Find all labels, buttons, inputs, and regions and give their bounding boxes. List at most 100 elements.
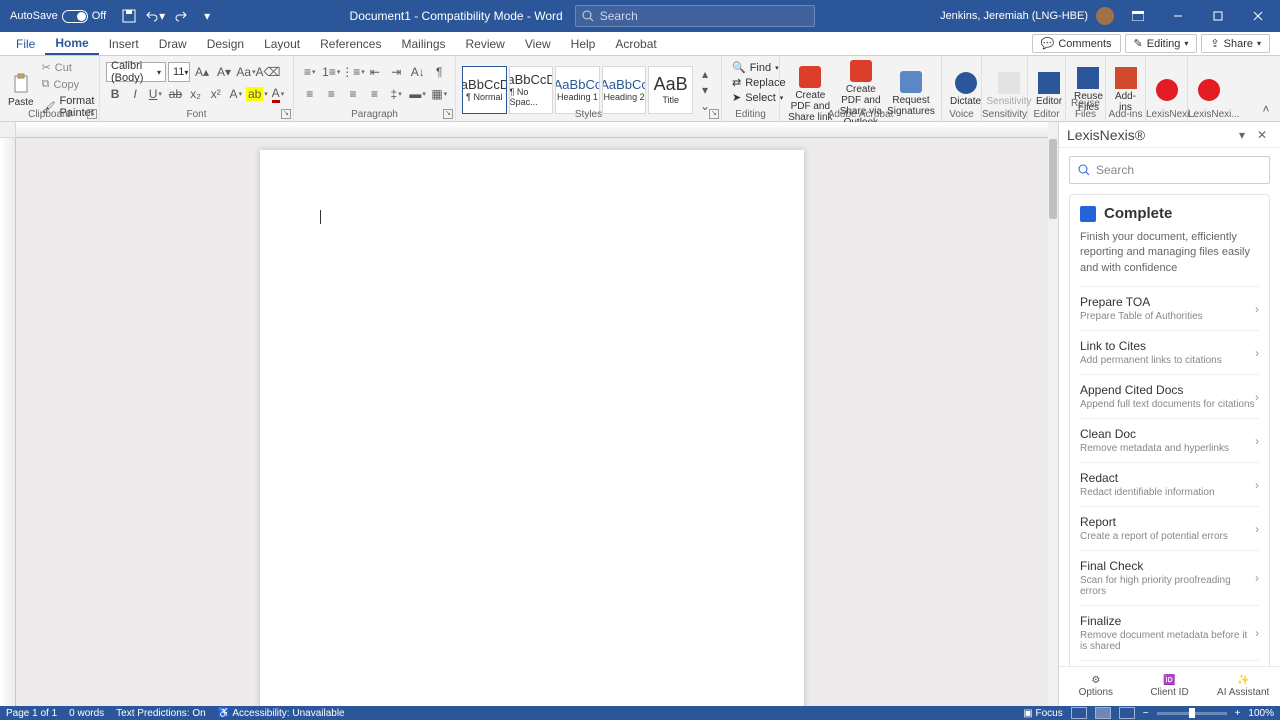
tab-mailings[interactable]: Mailings xyxy=(391,34,455,54)
tab-draw[interactable]: Draw xyxy=(149,34,197,54)
tab-layout[interactable]: Layout xyxy=(254,34,310,54)
font-dialog-launcher[interactable]: ↘ xyxy=(281,109,291,119)
close-icon[interactable] xyxy=(1242,5,1274,27)
zoom-knob[interactable] xyxy=(1189,708,1195,718)
clear-format-icon[interactable]: A⌫ xyxy=(258,62,278,82)
underline-icon[interactable]: U xyxy=(146,84,164,104)
zoom-out-icon[interactable]: − xyxy=(1143,708,1149,719)
taskpane-dropdown-icon[interactable]: ▾ xyxy=(1232,125,1252,145)
taskpane-search[interactable]: Search xyxy=(1069,156,1270,184)
read-mode-icon[interactable] xyxy=(1071,707,1087,719)
styles-scroll-down-icon[interactable]: ▾ xyxy=(695,82,715,98)
taskpane-item-append-cited-docs[interactable]: Append Cited DocsAppend full text docume… xyxy=(1080,374,1259,418)
taskpane-item-redact[interactable]: RedactRedact identifiable information› xyxy=(1080,462,1259,506)
replace-button[interactable]: ⇄Replace xyxy=(732,75,769,90)
page[interactable] xyxy=(260,150,804,706)
grow-font-icon[interactable]: A▴ xyxy=(192,62,212,82)
taskpane-item-clean-doc[interactable]: Clean DocRemove metadata and hyperlinks› xyxy=(1080,418,1259,462)
web-layout-icon[interactable] xyxy=(1119,707,1135,719)
font-color-icon[interactable]: A xyxy=(269,84,287,104)
subscript-icon[interactable]: x₂ xyxy=(187,84,205,104)
align-right-icon[interactable]: ≡ xyxy=(343,84,363,104)
share-button[interactable]: ⇪Share▾ xyxy=(1201,34,1270,53)
horizontal-ruler[interactable] xyxy=(16,122,1048,138)
editing-mode-button[interactable]: ✎Editing▾ xyxy=(1125,34,1198,53)
text-effects-icon[interactable]: A xyxy=(227,84,245,104)
focus-mode[interactable]: ▣ Focus xyxy=(1023,708,1062,719)
zoom-in-icon[interactable]: + xyxy=(1235,708,1241,719)
increase-indent-icon[interactable]: ⇥ xyxy=(387,62,407,82)
taskpane-item-prepare-toa[interactable]: Prepare TOAPrepare Table of Authorities› xyxy=(1080,286,1259,330)
bold-icon[interactable]: B xyxy=(106,84,124,104)
style-title[interactable]: AaBTitle xyxy=(648,66,693,114)
vertical-scrollbar[interactable] xyxy=(1048,138,1058,706)
align-center-icon[interactable]: ≡ xyxy=(322,84,342,104)
style-heading1[interactable]: AaBbCcHeading 1 xyxy=(555,66,600,114)
show-marks-icon[interactable]: ¶ xyxy=(430,62,450,82)
styles-dialog-launcher[interactable]: ↘ xyxy=(709,109,719,119)
styles-scroll-up-icon[interactable]: ▴ xyxy=(695,66,715,82)
style-normal[interactable]: AaBbCcDd¶ Normal xyxy=(462,66,507,114)
save-icon[interactable] xyxy=(118,5,140,27)
select-button[interactable]: ➤Select▾ xyxy=(732,90,769,105)
zoom-level[interactable]: 100% xyxy=(1248,708,1274,719)
footer-client-id-button[interactable]: 🆔Client ID xyxy=(1133,667,1207,706)
font-size-combo[interactable]: 11▾ xyxy=(168,62,190,82)
find-button[interactable]: 🔍Find▾ xyxy=(732,60,769,75)
tab-references[interactable]: References xyxy=(310,34,391,54)
footer-ai-assistant-button[interactable]: ✨AI Assistant xyxy=(1206,667,1280,706)
style-heading2[interactable]: AaBbCcHeading 2 xyxy=(602,66,647,114)
decrease-indent-icon[interactable]: ⇤ xyxy=(365,62,385,82)
tab-design[interactable]: Design xyxy=(197,34,254,54)
italic-icon[interactable]: I xyxy=(126,84,144,104)
justify-icon[interactable]: ≡ xyxy=(365,84,385,104)
zoom-slider[interactable] xyxy=(1157,712,1227,715)
taskpane-item-finalize[interactable]: FinalizeRemove document metadata before … xyxy=(1080,605,1259,660)
minimize-icon[interactable] xyxy=(1162,5,1194,27)
print-layout-icon[interactable] xyxy=(1095,707,1111,719)
autosave-toggle[interactable]: AutoSave Off xyxy=(4,10,112,23)
paragraph-dialog-launcher[interactable]: ↘ xyxy=(443,109,453,119)
shrink-font-icon[interactable]: A▾ xyxy=(214,62,234,82)
footer-options-button[interactable]: ⚙Options xyxy=(1059,667,1133,706)
taskpane-close-icon[interactable]: ✕ xyxy=(1252,125,1272,145)
accessibility-status[interactable]: ♿ Accessibility: Unavailable xyxy=(218,708,345,719)
ribbon-display-icon[interactable] xyxy=(1122,5,1154,27)
change-case-icon[interactable]: Aa xyxy=(236,62,256,82)
taskpane-item-report[interactable]: ReportCreate a report of potential error… xyxy=(1080,506,1259,550)
vertical-ruler[interactable] xyxy=(0,138,16,706)
comments-button[interactable]: 💬Comments xyxy=(1032,34,1121,53)
undo-icon[interactable]: ▾ xyxy=(144,5,166,27)
taskpane-item-link-to-cites[interactable]: Link to CitesAdd permanent links to cita… xyxy=(1080,330,1259,374)
line-spacing-icon[interactable]: ‡ xyxy=(386,84,406,104)
tab-home[interactable]: Home xyxy=(45,33,98,55)
word-count[interactable]: 0 words xyxy=(69,708,104,719)
sort-icon[interactable]: A↓ xyxy=(408,62,428,82)
superscript-icon[interactable]: x² xyxy=(207,84,225,104)
shading-icon[interactable]: ▬ xyxy=(408,84,428,104)
maximize-icon[interactable] xyxy=(1202,5,1234,27)
tab-review[interactable]: Review xyxy=(456,34,515,54)
redo-icon[interactable] xyxy=(170,5,192,27)
tab-view[interactable]: View xyxy=(515,34,561,54)
tab-file[interactable]: File xyxy=(6,34,45,54)
scrollbar-thumb[interactable] xyxy=(1049,139,1057,219)
clipboard-dialog-launcher[interactable]: ↘ xyxy=(87,109,97,119)
collapse-ribbon-icon[interactable]: ˄ xyxy=(1256,99,1276,119)
taskpane-item-final-check[interactable]: Final CheckScan for high priority proofr… xyxy=(1080,550,1259,605)
style-no-spacing[interactable]: AaBbCcDd¶ No Spac... xyxy=(509,66,554,114)
multilevel-icon[interactable]: ⋮≡ xyxy=(343,62,363,82)
borders-icon[interactable]: ▦ xyxy=(429,84,449,104)
tab-acrobat[interactable]: Acrobat xyxy=(605,34,666,54)
tab-insert[interactable]: Insert xyxy=(99,34,149,54)
align-left-icon[interactable]: ≡ xyxy=(300,84,320,104)
numbering-icon[interactable]: 1≡ xyxy=(322,62,342,82)
page-indicator[interactable]: Page 1 of 1 xyxy=(6,708,57,719)
strikethrough-icon[interactable]: ab xyxy=(166,84,184,104)
search-box[interactable]: Search xyxy=(575,5,815,27)
highlight-icon[interactable]: ab xyxy=(247,84,267,104)
tab-help[interactable]: Help xyxy=(561,34,606,54)
bullets-icon[interactable]: ≡ xyxy=(300,62,320,82)
document-area[interactable] xyxy=(16,138,1048,706)
font-name-combo[interactable]: Calibri (Body)▾ xyxy=(106,62,166,82)
